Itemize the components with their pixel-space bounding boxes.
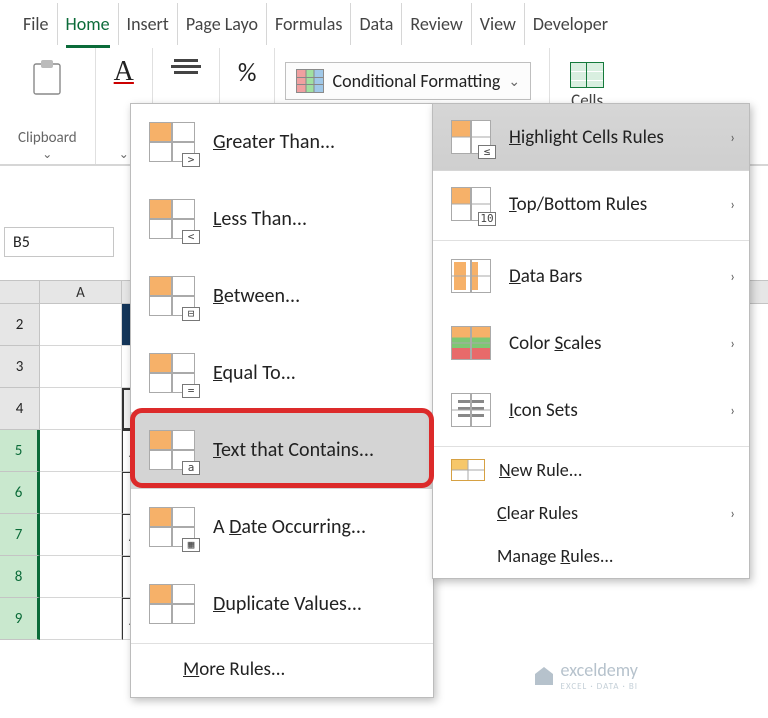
greater-than-icon: >	[149, 122, 195, 162]
row-header[interactable]: 2	[0, 304, 40, 346]
chevron-right-icon: ›	[730, 268, 735, 285]
menu-item-icon-sets[interactable]: Icon Sets ›	[433, 377, 749, 444]
menu-item-more-rules[interactable]: More Rules...	[131, 643, 433, 697]
row-header[interactable]: 8	[0, 556, 40, 598]
clear-rules-icon	[451, 502, 483, 524]
equal-to-icon: =	[149, 353, 195, 393]
cell[interactable]	[40, 430, 122, 472]
manage-rules-icon	[451, 545, 483, 567]
chevron-right-icon: ›	[730, 402, 735, 419]
menu-item-new-rule[interactable]: New Rule...	[433, 449, 749, 492]
menu-item-manage-rules[interactable]: Manage Rules...	[433, 535, 749, 578]
tab-insert[interactable]: Insert	[119, 3, 178, 45]
tab-formulas[interactable]: Formulas	[267, 3, 351, 45]
menu-item-clear-rules[interactable]: Clear Rules ›	[433, 492, 749, 535]
column-header-a[interactable]: A	[40, 281, 122, 303]
menu-conditional-formatting: ≤ Highlight Cells Rules › 10 Top/Bottom …	[432, 103, 750, 579]
menu-item-duplicate-values[interactable]: Duplicate Values...	[131, 566, 433, 643]
chevron-right-icon: ›	[730, 505, 735, 522]
between-icon: ⊟	[149, 276, 195, 316]
submenu-highlight-cells-rules: > Greater Than... < Less Than... ⊟ Betwe…	[130, 103, 434, 698]
group-clipboard: Clipboard ⌄	[0, 48, 96, 164]
less-than-icon: <	[149, 199, 195, 239]
paste-button[interactable]	[18, 56, 77, 103]
conditional-formatting-icon	[296, 69, 324, 93]
conditional-formatting-label: Conditional Formatting	[332, 70, 500, 92]
menu-item-date-occurring[interactable]: ▦ A Date Occurring...	[131, 489, 433, 566]
tab-file[interactable]: File	[15, 3, 58, 45]
duplicate-values-icon	[149, 584, 195, 624]
separator	[433, 446, 749, 447]
chevron-down-icon: ⌄	[508, 73, 520, 90]
top-bottom-icon: 10	[451, 187, 491, 221]
highlight-cells-icon: ≤	[451, 120, 491, 154]
menu-item-highlight-cells-rules[interactable]: ≤ Highlight Cells Rules ›	[433, 104, 749, 171]
chevron-right-icon: ›	[730, 335, 735, 352]
menu-item-data-bars[interactable]: Data Bars ›	[433, 243, 749, 310]
row-header[interactable]: 7	[0, 514, 40, 556]
menu-item-text-that-contains[interactable]: a Text that Contains...	[131, 412, 433, 489]
ribbon-tab-strip: File Home Insert Page Layo Formulas Data…	[0, 0, 768, 48]
row-header[interactable]: 9	[0, 598, 40, 640]
cell[interactable]	[40, 514, 122, 556]
cell[interactable]	[40, 304, 122, 346]
row-header[interactable]: 4	[0, 388, 40, 430]
menu-item-color-scales[interactable]: Color Scales ›	[433, 310, 749, 377]
cell[interactable]	[40, 598, 122, 640]
tab-review[interactable]: Review	[402, 3, 471, 45]
watermark-tagline: EXCEL · DATA · BI	[561, 681, 638, 692]
menu-item-greater-than[interactable]: > Greater Than...	[131, 104, 433, 181]
menu-item-top-bottom-rules[interactable]: 10 Top/Bottom Rules ›	[433, 171, 749, 238]
chevron-down-icon[interactable]: ⌄	[18, 147, 77, 162]
clipboard-icon	[26, 56, 68, 98]
row-header[interactable]: 5	[0, 430, 40, 472]
chevron-right-icon: ›	[730, 129, 735, 146]
row-header[interactable]: 3	[0, 346, 40, 388]
data-bars-icon	[451, 259, 491, 293]
cell[interactable]	[40, 346, 122, 388]
align-center-button[interactable]	[171, 56, 201, 77]
select-all-corner[interactable]	[0, 281, 40, 303]
menu-item-less-than[interactable]: < Less Than...	[131, 181, 433, 258]
name-box[interactable]: B5	[4, 227, 114, 257]
tab-home[interactable]: Home	[58, 3, 119, 45]
font-color-button[interactable]: A	[114, 56, 134, 88]
watermark-brand: exceldemy	[561, 659, 638, 681]
cell[interactable]	[40, 388, 122, 430]
menu-item-equal-to[interactable]: = Equal To...	[131, 335, 433, 412]
cell[interactable]	[40, 556, 122, 598]
watermark-icon	[533, 665, 555, 687]
tab-developer[interactable]: Developer	[525, 3, 616, 45]
icon-sets-icon	[451, 393, 491, 427]
menu-item-between[interactable]: ⊟ Between...	[131, 258, 433, 335]
cell[interactable]	[40, 472, 122, 514]
date-occurring-icon: ▦	[149, 507, 195, 547]
watermark: exceldemy EXCEL · DATA · BI	[533, 659, 638, 692]
text-contains-icon: a	[149, 430, 195, 470]
new-rule-icon	[451, 459, 485, 481]
name-box-value: B5	[13, 233, 30, 252]
percent-style-button[interactable]: %	[238, 56, 257, 88]
tab-data[interactable]: Data	[351, 3, 402, 45]
separator	[433, 240, 749, 241]
tab-view[interactable]: View	[472, 3, 525, 45]
chevron-right-icon: ›	[730, 196, 735, 213]
group-clipboard-label: Clipboard	[18, 129, 77, 147]
conditional-formatting-button[interactable]: Conditional Formatting ⌄	[285, 62, 531, 100]
color-scales-icon	[451, 326, 491, 360]
tab-page-layout[interactable]: Page Layo	[178, 3, 267, 45]
row-header[interactable]: 6	[0, 472, 40, 514]
insert-cells-icon[interactable]	[570, 62, 604, 88]
